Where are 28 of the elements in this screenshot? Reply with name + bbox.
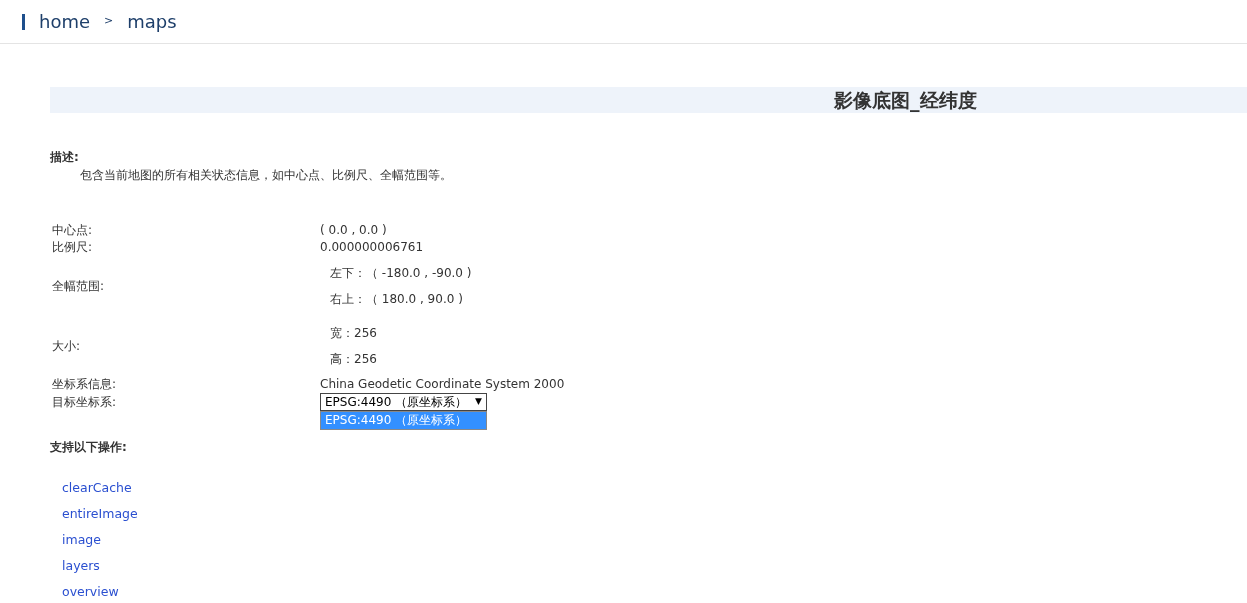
description-text: 包含当前地图的所有相关状态信息，如中心点、比例尺、全幅范围等。 — [79, 167, 453, 184]
property-value: 左下：（ -180.0 , -90.0 ) — [329, 265, 472, 282]
property-value: 高：256 — [329, 351, 377, 368]
operation-link[interactable]: layers — [62, 553, 1247, 579]
property-value: 右上：（ 180.0 , 90.0 ) — [329, 291, 464, 308]
breadcrumb-separator: > — [104, 13, 114, 30]
property-value: 宽：256 — [329, 325, 377, 342]
operations-label: 支持以下操作: — [50, 439, 128, 456]
operation-link[interactable]: clearCache — [62, 475, 1247, 501]
page-title: 影像底图_经纬度 — [834, 87, 977, 114]
property-value: China Geodetic Coordinate System 2000 — [320, 376, 565, 393]
breadcrumb-link[interactable]: home — [39, 8, 91, 35]
property-value: 0.000000006761 — [320, 239, 424, 256]
property-label: 比例尺: — [51, 239, 94, 256]
operation-link[interactable]: overview — [62, 579, 1247, 603]
property-label: 目标坐标系: — [51, 393, 118, 411]
description-label: 描述: — [50, 149, 80, 166]
property-label: 中心点: — [51, 222, 94, 239]
property-label: 坐标系信息: — [51, 376, 118, 393]
property-value: ( 0.0 , 0.0 ) — [320, 222, 387, 239]
breadcrumb-link[interactable]: maps — [127, 8, 177, 35]
property-label: 全幅范围: — [51, 277, 106, 295]
select-field[interactable]: EPSG:4490 （原坐标系） ▼ — [320, 393, 487, 411]
operation-link[interactable]: image — [62, 527, 1247, 553]
dropdown-arrow-icon: ▼ — [475, 395, 482, 409]
property-label: 大小: — [51, 337, 82, 355]
operation-link[interactable]: entireImage — [62, 501, 1247, 527]
accent-bar — [22, 13, 25, 30]
